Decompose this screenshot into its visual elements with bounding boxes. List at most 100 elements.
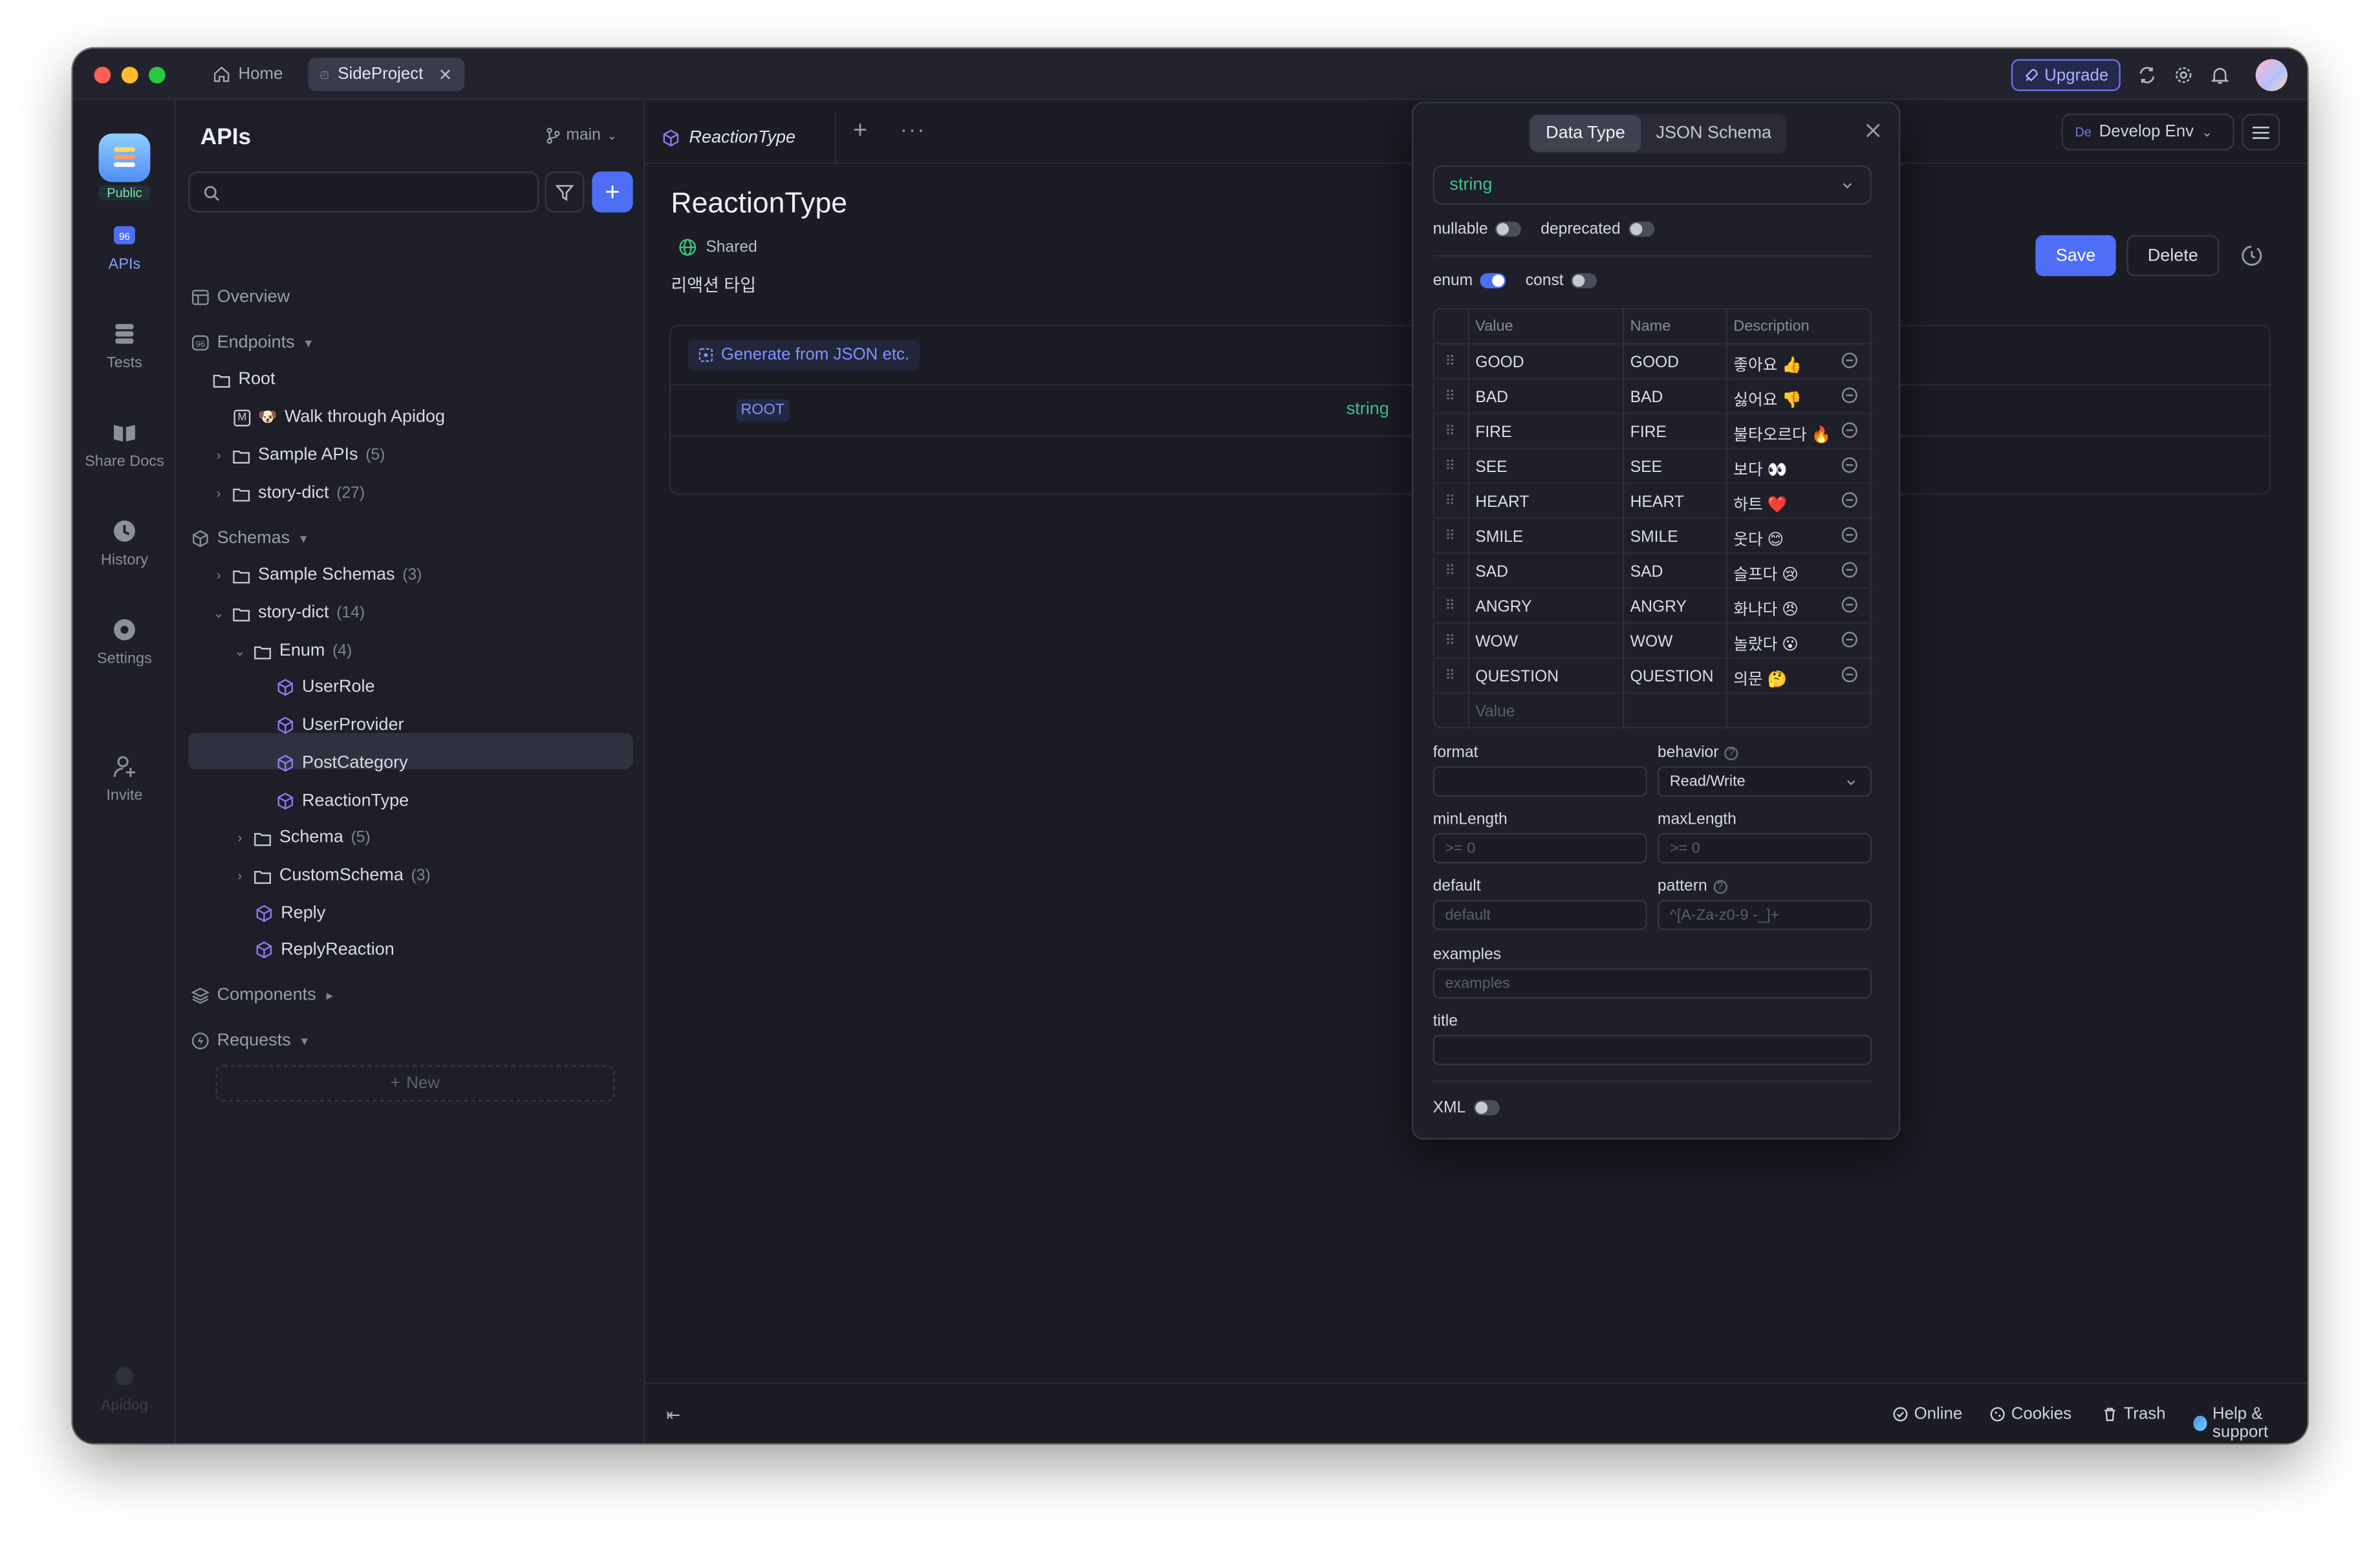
deprecated-toggle[interactable] — [1628, 221, 1654, 237]
enum-description-cell[interactable]: 놀랐다 😮 — [1733, 633, 1799, 656]
enum-value-cell[interactable]: FIRE — [1475, 423, 1511, 442]
cookies-button[interactable]: Cookies — [1990, 1405, 2072, 1423]
tree-item-sample-apis[interactable]: › Sample APIs (5) — [213, 437, 385, 473]
enum-description-cell[interactable]: 싫어요 👎 — [1733, 389, 1802, 411]
tree-item-schema[interactable]: › Schema (5) — [233, 819, 370, 855]
add-button[interactable]: + — [592, 171, 633, 213]
drag-handle-icon[interactable]: ⠿ — [1445, 354, 1455, 370]
enum-description-cell[interactable]: 의문 🤔 — [1733, 668, 1787, 691]
enum-row[interactable]: ⠿ SEE SEE 보다 👀 — [1434, 449, 1874, 484]
enum-value-cell[interactable]: BAD — [1475, 389, 1508, 407]
tree-item-reactiontype[interactable]: ReactionType — [276, 783, 409, 819]
version-history-icon[interactable] — [2236, 240, 2266, 270]
tree-item-endpoints[interactable]: 96 Endpoints ▾ — [191, 325, 314, 361]
remove-row-icon[interactable] — [1841, 387, 1858, 408]
enum-value-cell[interactable]: QUESTION — [1475, 668, 1559, 686]
maxlength-input[interactable]: >= 0 — [1657, 833, 1872, 864]
examples-input[interactable]: examples — [1433, 968, 1872, 999]
info-icon[interactable]: ? — [1724, 746, 1738, 760]
enum-name-cell[interactable]: SEE — [1630, 458, 1662, 477]
enum-name-cell[interactable]: ANGRY — [1630, 598, 1687, 616]
schema-title[interactable]: ReactionType — [671, 188, 847, 222]
drag-handle-icon[interactable]: ⠿ — [1445, 598, 1455, 615]
drag-handle-icon[interactable]: ⠿ — [1445, 633, 1455, 650]
enum-name-cell[interactable]: GOOD — [1630, 354, 1679, 372]
remove-row-icon[interactable] — [1841, 631, 1858, 652]
rail-item-apis[interactable]: 96 APIs — [73, 222, 177, 273]
enum-row[interactable]: ⠿ WOW WOW 놀랐다 😮 — [1434, 624, 1874, 659]
tab-sideproject[interactable]: SideProject ✕ — [308, 58, 465, 91]
enum-row[interactable]: ⠿ ANGRY ANGRY 화나다 😠 — [1434, 589, 1874, 624]
help-support-button[interactable]: Help & support — [2193, 1405, 2307, 1442]
collapse-sidebar-icon[interactable]: ⇤ — [666, 1405, 680, 1425]
tree-item-replyreaction[interactable]: ReplyReaction — [255, 932, 395, 968]
tree-item-requests[interactable]: Requests ▾ — [191, 1023, 310, 1059]
sync-icon[interactable] — [2134, 62, 2159, 87]
tab-home[interactable]: Home — [206, 58, 289, 91]
enum-name-cell[interactable]: SAD — [1630, 563, 1663, 581]
enum-value-cell[interactable]: SMILE — [1475, 528, 1523, 546]
drag-handle-icon[interactable]: ⠿ — [1445, 423, 1455, 440]
enum-row[interactable]: ⠿ HEART HEART 하트 ❤️ — [1434, 484, 1874, 519]
enum-value-cell[interactable]: GOOD — [1475, 354, 1524, 372]
remove-row-icon[interactable] — [1841, 422, 1858, 443]
const-toggle[interactable] — [1571, 273, 1597, 288]
filter-button[interactable] — [545, 171, 585, 213]
enum-toggle[interactable] — [1480, 273, 1506, 288]
enum-row[interactable]: ⠿ GOOD GOOD 좋아요 👍 — [1434, 345, 1874, 380]
rail-item-invite[interactable]: Invite — [73, 753, 177, 804]
schema-description[interactable]: 리액션 타입 — [671, 273, 756, 297]
drag-handle-icon[interactable]: ⠿ — [1445, 563, 1455, 580]
close-tab-icon[interactable]: ✕ — [438, 65, 453, 84]
remove-row-icon[interactable] — [1841, 561, 1858, 583]
environment-selector[interactable]: De Develop Env ⌄ — [2061, 114, 2234, 151]
type-select[interactable]: string — [1433, 165, 1872, 205]
remove-row-icon[interactable] — [1841, 596, 1858, 617]
enum-description-cell[interactable]: 좋아요 👍 — [1733, 354, 1802, 376]
branch-selector[interactable]: main ⌄ — [546, 126, 617, 144]
remove-row-icon[interactable] — [1841, 491, 1858, 513]
tree-item-walk-through[interactable]: M 🐶 Walk through Apidog — [233, 399, 445, 435]
upgrade-button[interactable]: Upgrade — [2011, 59, 2121, 91]
tree-item-story-dict-apis[interactable]: › story-dict (27) — [213, 475, 365, 511]
new-value-input[interactable]: Value — [1475, 703, 1515, 721]
online-status[interactable]: Online — [1893, 1405, 1962, 1423]
pattern-input[interactable]: ^[A-Za-z0-9 -_]+ — [1657, 899, 1872, 930]
tree-item-customschema[interactable]: › CustomSchema (3) — [233, 857, 430, 894]
enum-row[interactable]: ⠿ BAD BAD 싫어요 👎 — [1434, 380, 1874, 414]
tab-data-type[interactable]: Data Type — [1530, 115, 1641, 152]
hamburger-menu-button[interactable] — [2242, 114, 2280, 151]
zoom-window-button[interactable] — [149, 67, 166, 84]
xml-toggle[interactable] — [1473, 1100, 1499, 1116]
delete-button[interactable]: Delete — [2126, 235, 2220, 277]
enum-description-cell[interactable]: 보다 👀 — [1733, 458, 1787, 481]
rail-item-history[interactable]: History — [73, 517, 177, 569]
behavior-select[interactable]: Read/Write — [1657, 766, 1872, 797]
user-avatar[interactable] — [2255, 59, 2288, 91]
enum-description-cell[interactable]: 웃다 😊 — [1733, 528, 1784, 551]
tree-item-story-dict-schemas[interactable]: ⌄ story-dict (14) — [213, 595, 365, 631]
tree-item-root[interactable]: Root — [213, 361, 276, 398]
close-window-button[interactable] — [94, 67, 111, 84]
enum-row[interactable]: ⠿ FIRE FIRE 불타오르다 🔥 — [1434, 414, 1874, 449]
enum-description-cell[interactable]: 슬프다 😢 — [1733, 563, 1799, 586]
tree-item-userrole[interactable]: UserRole — [276, 669, 375, 705]
generate-from-json-button[interactable]: Generate from JSON etc. — [687, 339, 920, 370]
minlength-input[interactable]: >= 0 — [1433, 833, 1647, 864]
tree-item-userprovider[interactable]: UserProvider — [276, 707, 404, 744]
tree-item-schemas[interactable]: Schemas ▾ — [191, 520, 310, 557]
shared-indicator[interactable]: Shared — [678, 238, 757, 257]
tree-item-postcategory[interactable]: PostCategory — [276, 745, 408, 781]
enum-row[interactable]: ⠿ SAD SAD 슬프다 😢 — [1434, 554, 1874, 589]
enum-value-cell[interactable]: WOW — [1475, 633, 1518, 651]
remove-row-icon[interactable] — [1841, 352, 1858, 374]
enum-row[interactable]: ⠿ QUESTION QUESTION 의문 🤔 — [1434, 659, 1874, 694]
drag-handle-icon[interactable]: ⠿ — [1445, 389, 1455, 405]
drag-handle-icon[interactable]: ⠿ — [1445, 493, 1455, 510]
save-button[interactable]: Save — [2035, 235, 2116, 277]
more-tabs-icon[interactable]: ··· — [900, 117, 926, 142]
rail-item-tests[interactable]: Tests — [73, 320, 177, 372]
rail-item-settings[interactable]: Settings — [73, 616, 177, 668]
tree-item-sample-schemas[interactable]: › Sample Schemas (3) — [213, 557, 422, 593]
default-input[interactable]: default — [1433, 899, 1647, 930]
